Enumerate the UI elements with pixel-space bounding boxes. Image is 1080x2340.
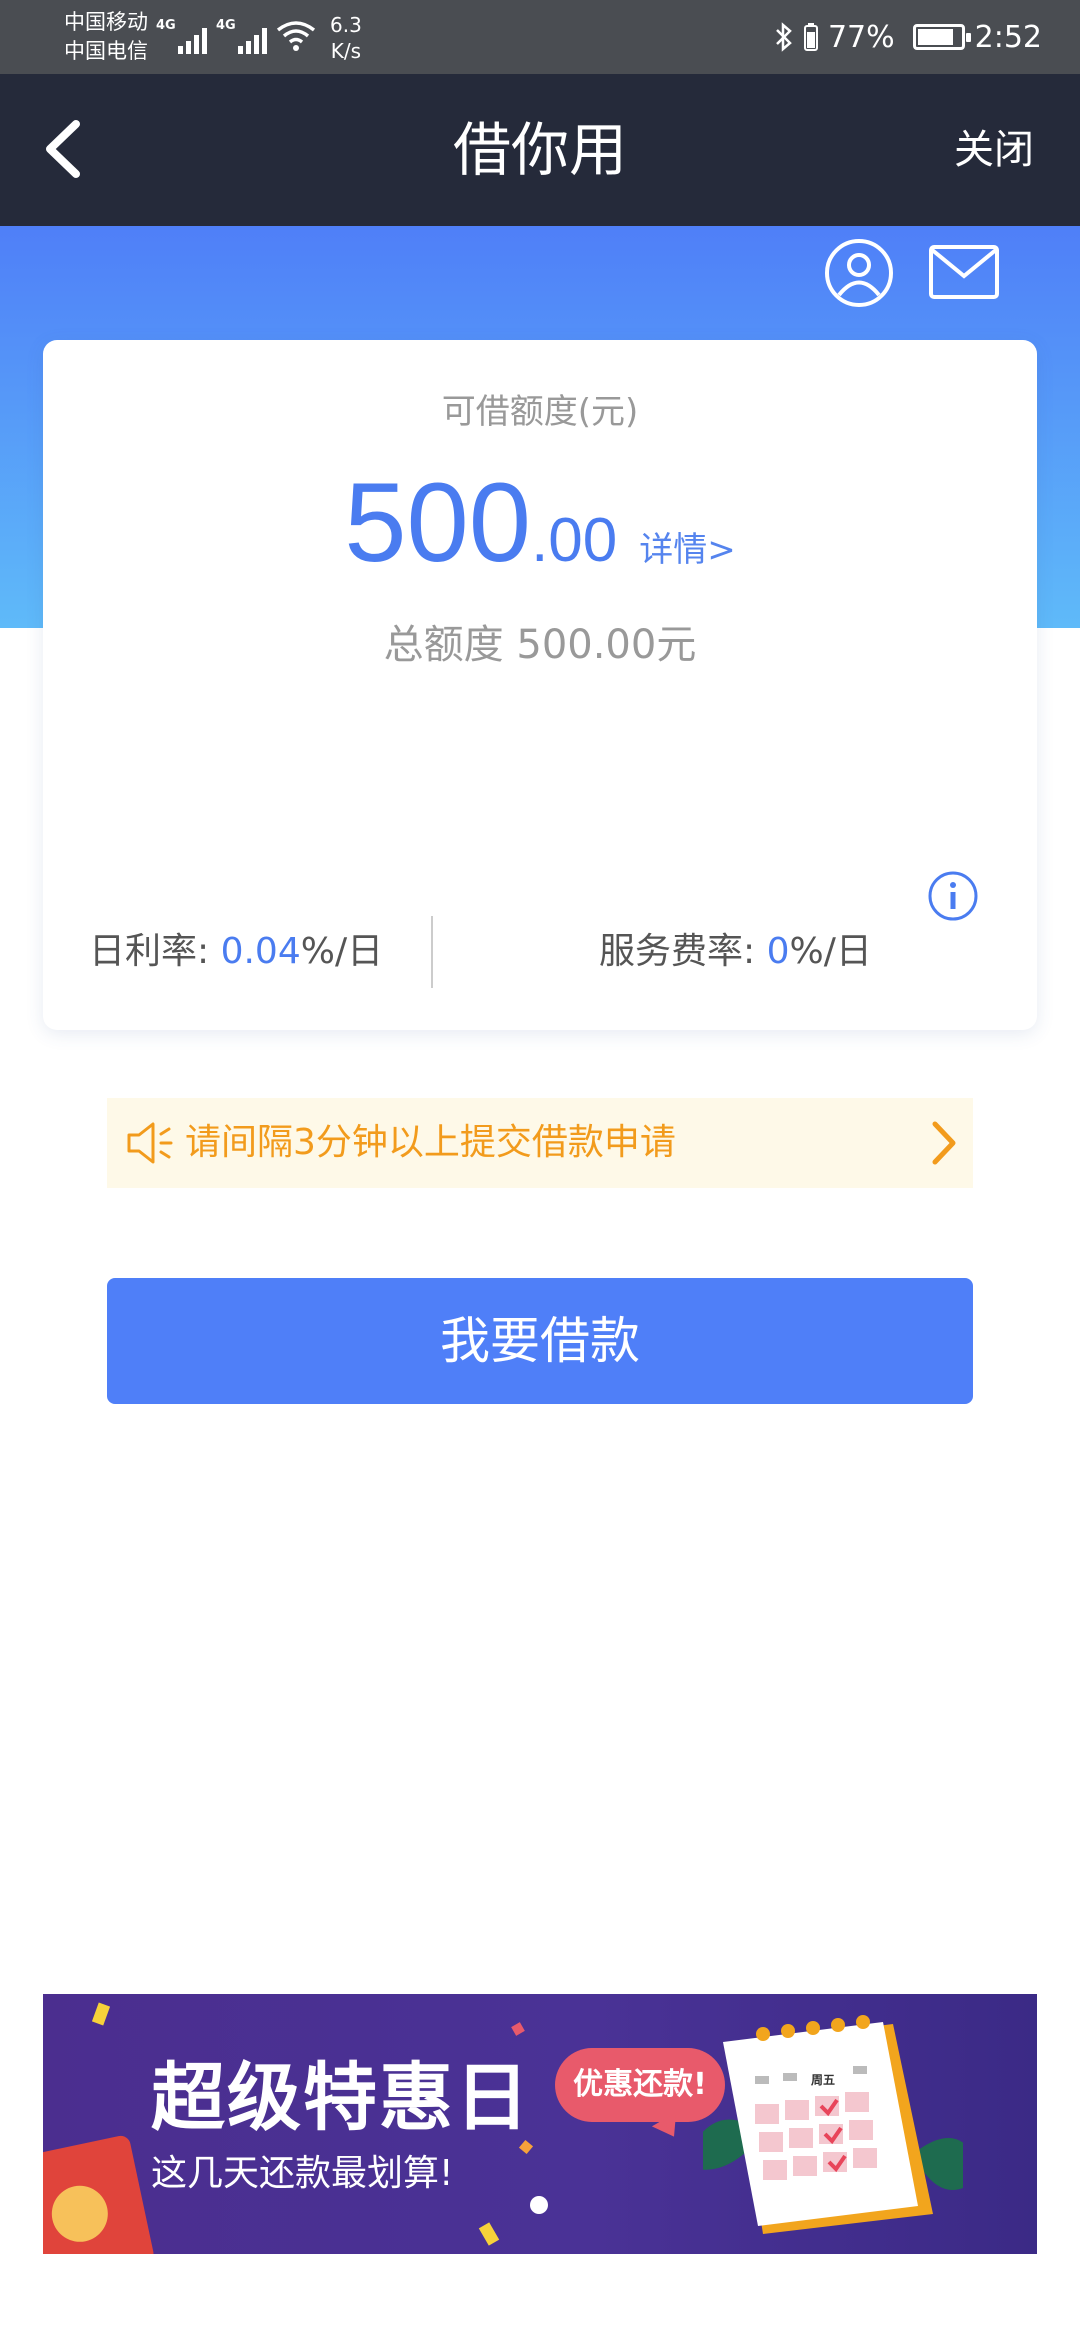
close-button[interactable]: 关闭 — [954, 74, 1034, 226]
notice-bar[interactable]: 请间隔3分钟以上提交借款申请 — [107, 1098, 973, 1188]
detail-link[interactable]: 详情> — [639, 530, 736, 570]
carousel-indicator[interactable] — [530, 2196, 548, 2214]
red-envelope-icon — [43, 2133, 156, 2254]
daily-rate-unit: %/日 — [300, 931, 384, 972]
user-icon[interactable] — [824, 238, 894, 308]
banner-subtitle: 这几天还款最划算! — [151, 2153, 454, 2194]
daily-interest-rate: 日利率: 0.04%/日 — [89, 922, 383, 974]
status-right: 77% 2:52 — [774, 0, 1042, 74]
network-type-1: 4G — [156, 18, 176, 33]
credit-card: 可借额度(元) 500.00 详情> 总额度 500.00元 日利率: 0.04%… — [43, 340, 1037, 1030]
status-bar: 中国移动 中国电信 4G 4G 6.3 K/s 77% 2:52 — [0, 0, 1080, 74]
info-icon[interactable] — [927, 870, 979, 922]
speaker-icon — [127, 1122, 173, 1164]
borrow-button[interactable]: 我要借款 — [107, 1278, 973, 1404]
battery-level: 77% — [827, 19, 895, 55]
network-type-2: 4G — [216, 18, 236, 33]
banner-bubble: 优惠还款! — [555, 2048, 725, 2122]
carrier-names: 中国移动 中国电信 — [64, 8, 148, 66]
battery-icon — [912, 24, 971, 50]
mail-icon[interactable] — [928, 244, 1000, 300]
service-rate-value: 0 — [766, 931, 790, 972]
chevron-right-icon — [932, 1121, 956, 1165]
speed-unit: K/s — [330, 39, 362, 63]
available-credit-label: 可借额度(元) — [441, 392, 639, 432]
battery-small-icon — [803, 23, 818, 51]
banner-title: 超级特惠日 — [151, 2055, 531, 2141]
available-amount: 500.00 详情> — [43, 458, 1037, 587]
amount-decimal: .00 — [531, 506, 618, 575]
calendar-icon: 周五 — [703, 2015, 963, 2234]
rate-divider — [431, 916, 433, 988]
promo-banner[interactable]: 超级特惠日 这几天还款最划算! 优惠还款! 周五 — [43, 1994, 1037, 2254]
amount-integer: 500 — [344, 460, 532, 585]
service-rate-unit: %/日 — [789, 931, 872, 972]
carrier-2: 中国电信 — [64, 39, 148, 63]
carrier-1: 中国移动 — [64, 10, 148, 34]
bluetooth-icon — [776, 22, 792, 52]
calendar-label: 周五 — [811, 2073, 835, 2087]
nav-bar: 借你用 关闭 — [0, 74, 1080, 226]
service-rate-label: 服务费率: — [599, 931, 767, 972]
clock: 2:52 — [974, 19, 1042, 55]
daily-rate-value: 0.04 — [220, 931, 301, 972]
speed-value: 6.3 — [330, 13, 362, 37]
signal-icon-2: 4G — [216, 18, 267, 54]
page-title: 借你用 — [452, 116, 627, 184]
notice-text: 请间隔3分钟以上提交借款申请 — [185, 1122, 676, 1163]
network-speed: 6.3 K/s — [330, 12, 362, 64]
signal-icon-1: 4G — [156, 18, 207, 54]
service-fee-rate: 服务费率: 0%/日 — [599, 922, 872, 974]
total-credit: 总额度 500.00元 — [383, 622, 697, 668]
daily-rate-label: 日利率: — [89, 931, 221, 972]
wifi-icon — [276, 21, 316, 51]
